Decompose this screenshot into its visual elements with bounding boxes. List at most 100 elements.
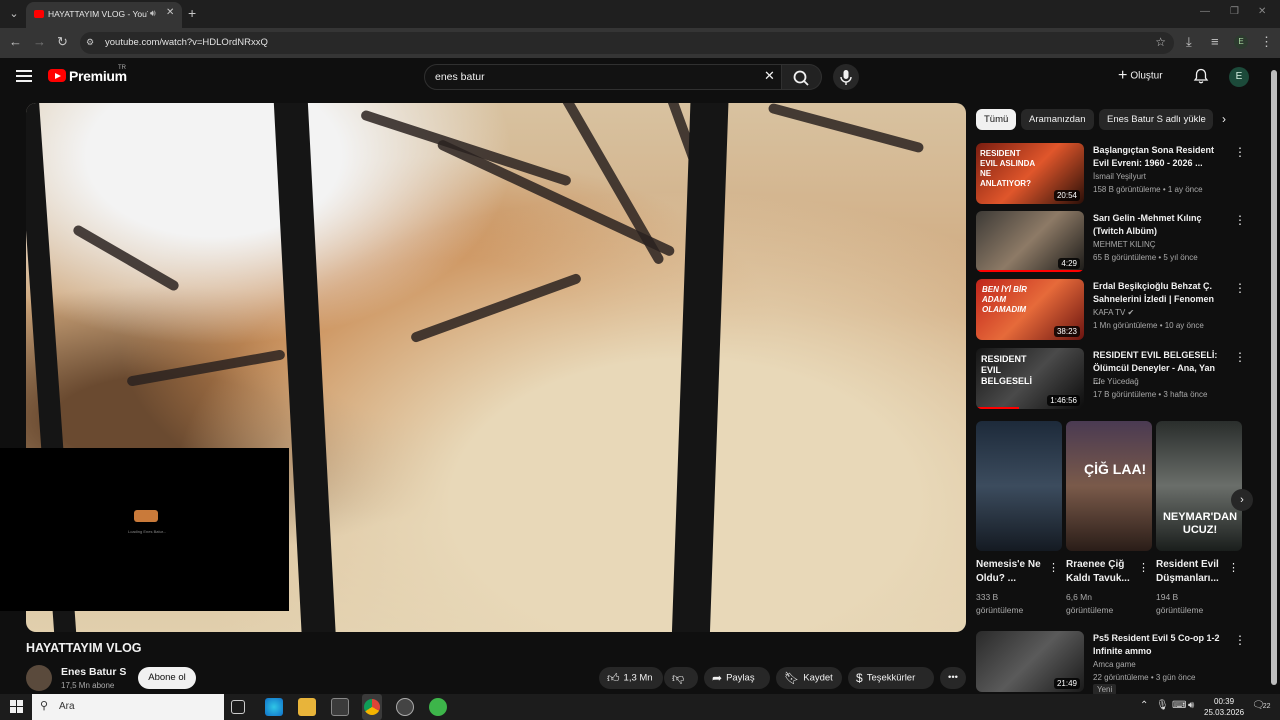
short-title[interactable]: Rraenee Çiğ Kaldı Tavuk... xyxy=(1066,558,1136,586)
short-item[interactable]: ÇİĞ LAA! Rraenee Çiğ Kaldı Tavuk... 6,6 … xyxy=(1066,421,1152,615)
recommendation-channel[interactable]: İsmail Yeşilyurt xyxy=(1093,172,1146,181)
store-icon[interactable] xyxy=(331,698,349,716)
taskbar-search-placeholder: Ara xyxy=(59,701,75,712)
address-bar[interactable]: ⚙︎ youtube.com/watch?v=HDLOrdNRxxQ ☆ xyxy=(80,32,1174,54)
reload-icon[interactable]: ↻ xyxy=(57,35,68,49)
windows-start-icon[interactable] xyxy=(10,700,24,714)
more-options-icon[interactable]: ⋮ xyxy=(1234,281,1246,295)
media-control-icon[interactable]: ≡ xyxy=(1211,35,1219,49)
short-thumbnail[interactable] xyxy=(976,421,1062,551)
subscribe-button[interactable]: Abone ol xyxy=(138,667,196,689)
recommendation-title[interactable]: Ps5 Resident Evil 5 Co-op 1-2 Infinite a… xyxy=(1093,632,1225,658)
site-info-icon[interactable]: ⚙︎ xyxy=(86,37,98,49)
short-thumbnail[interactable]: NEYMAR'DAN UCUZ! xyxy=(1156,421,1242,551)
video-thumbnail[interactable]: BEN İYİ BİR ADAM OLAMADIM 38:23 xyxy=(976,279,1084,340)
recommendation-channel[interactable]: Efe Yücedağ xyxy=(1093,377,1139,386)
forward-icon[interactable]: → xyxy=(33,35,46,49)
recommendation-title[interactable]: Başlangıçtan Sona Resident Evil Evreni: … xyxy=(1093,144,1225,170)
chip-channel-uploads[interactable]: Enes Batur S adlı yükle xyxy=(1099,109,1213,130)
browser-menu-icon[interactable]: ⋮ xyxy=(1260,35,1273,49)
region-code: TR xyxy=(118,65,126,71)
clock[interactable]: 00:39 25.03.2026 xyxy=(1204,696,1244,718)
create-button[interactable]: + Oluştur xyxy=(1118,67,1163,87)
edge-icon[interactable] xyxy=(265,698,283,716)
search-button[interactable] xyxy=(782,64,822,90)
channel-avatar[interactable] xyxy=(26,665,52,691)
video-thumbnail[interactable]: 4:29 xyxy=(976,211,1084,272)
plus-icon: + xyxy=(1118,67,1128,84)
thanks-icon: $ xyxy=(856,671,863,685)
scrollbar-thumb[interactable] xyxy=(1271,70,1277,685)
browser-profile-avatar[interactable]: E xyxy=(1234,35,1248,49)
search-input[interactable] xyxy=(435,69,735,85)
browser-tab[interactable]: HAYATTAYIM VLOG - YouTu 🔊︎ ✕ xyxy=(26,2,182,28)
menu-icon[interactable] xyxy=(16,70,32,82)
volume-icon[interactable]: 🔊︎ xyxy=(1188,700,1194,711)
download-icon[interactable]: ⤓ xyxy=(1186,35,1192,49)
dislike-button[interactable]: 👎︎ xyxy=(664,667,698,689)
chevron-right-icon[interactable]: › xyxy=(1222,112,1226,126)
short-title[interactable]: Resident Evil Düşmanları... xyxy=(1156,558,1226,586)
chip-all[interactable]: Tümü xyxy=(976,109,1017,130)
thumbnail-text: NEYMAR'DAN UCUZ! xyxy=(1162,511,1238,536)
like-button[interactable]: 👍︎ 1,3 Mn xyxy=(599,667,663,689)
recommendation-channel[interactable]: KAFA TV ✔︎ xyxy=(1093,308,1134,317)
shorts-next-button[interactable]: › xyxy=(1231,489,1253,511)
more-options-icon[interactable]: ⋮ xyxy=(1138,561,1149,574)
tab-search-icon[interactable]: ⌄ xyxy=(4,4,24,24)
more-actions-button[interactable]: ••• xyxy=(940,667,966,689)
back-icon[interactable]: ← xyxy=(9,35,22,49)
account-avatar[interactable]: E xyxy=(1229,67,1249,87)
notifications-bell-icon[interactable] xyxy=(1193,68,1209,84)
short-item[interactable]: NEYMAR'DAN UCUZ! Resident Evil Düşmanlar… xyxy=(1156,421,1242,615)
task-view-icon[interactable] xyxy=(231,700,245,714)
recommendation-title[interactable]: Erdal Beşikçioğlu Behzat Ç. Sahnelerini … xyxy=(1093,280,1225,306)
channel-name[interactable]: Enes Batur S xyxy=(61,666,126,678)
more-options-icon[interactable]: ⋮ xyxy=(1228,561,1239,574)
maximize-icon[interactable]: ❐ xyxy=(1230,6,1239,17)
recommendation-item[interactable]: 4:29 Sarı Gelin -Mehmet Kılınç (Twitch A… xyxy=(976,211,1266,277)
recommendation-channel[interactable]: MEHMET KILINÇ xyxy=(1093,240,1156,249)
more-options-icon[interactable]: ⋮ xyxy=(1234,633,1246,647)
recommendation-channel[interactable]: Amca game xyxy=(1093,660,1136,669)
speaker-icon[interactable]: 🔊︎ xyxy=(150,8,156,19)
recommendation-item[interactable]: RESIDENT EVIL BELGESELİ 1:46:56 RESIDENT… xyxy=(976,348,1266,414)
new-tab-icon[interactable]: + xyxy=(188,6,196,20)
more-options-icon[interactable]: ⋮ xyxy=(1234,350,1246,364)
short-title[interactable]: Nemesis'e Ne Oldu? ... xyxy=(976,558,1046,586)
chip-from-search[interactable]: Aramanızdan xyxy=(1021,109,1094,130)
bookmark-star-icon[interactable]: ☆ xyxy=(1155,35,1166,49)
short-item[interactable]: Nemesis'e Ne Oldu? ... 333 B görüntüleme… xyxy=(976,421,1062,615)
tray-overflow-icon[interactable]: ⌃ xyxy=(1140,700,1148,711)
voice-search-button[interactable] xyxy=(833,64,859,90)
page-scrollbar[interactable] xyxy=(1270,70,1278,690)
clear-search-icon[interactable]: ✕ xyxy=(764,68,775,84)
minimize-icon[interactable]: — xyxy=(1200,6,1210,17)
notification-center-icon[interactable]: 🗨︎22 xyxy=(1252,700,1271,711)
recommendation-item[interactable]: RESIDENT EVIL ASLINDA NE ANLATIYOR? 20:5… xyxy=(976,143,1266,209)
window-close-icon[interactable]: ✕ xyxy=(1258,6,1266,17)
save-button[interactable]: 🔖︎ Kaydet xyxy=(776,667,842,689)
recommendation-title[interactable]: Sarı Gelin -Mehmet Kılınç (Twitch Albüm) xyxy=(1093,212,1225,238)
chrome-active-tile[interactable] xyxy=(362,694,382,720)
taskbar-search[interactable]: ⚲ Ara xyxy=(32,694,224,720)
more-options-icon[interactable]: ⋮ xyxy=(1234,145,1246,159)
video-thumbnail[interactable]: RESIDENT EVIL ASLINDA NE ANLATIYOR? 20:5… xyxy=(976,143,1084,204)
file-explorer-icon[interactable] xyxy=(298,698,316,716)
network-icon[interactable]: ⌨︎ xyxy=(1172,700,1186,711)
recommendation-item[interactable]: BEN İYİ BİR ADAM OLAMADIM 38:23 Erdal Be… xyxy=(976,279,1266,345)
thanks-button[interactable]: $ Teşekkürler xyxy=(848,667,934,689)
tab-close-icon[interactable]: ✕ xyxy=(166,7,174,18)
recommendation-item[interactable]: 21:49 Ps5 Resident Evil 5 Co-op 1-2 Infi… xyxy=(976,631,1266,697)
microphone-icon[interactable]: 🎙︎ xyxy=(1156,700,1169,711)
more-options-icon[interactable]: ⋮ xyxy=(1048,561,1059,574)
obs-icon[interactable] xyxy=(396,698,414,716)
share-button[interactable]: ➦ Paylaş xyxy=(704,667,770,689)
recommendation-meta: 1 Mn görüntüleme • 10 ay önce xyxy=(1093,321,1204,330)
app-icon[interactable] xyxy=(429,698,447,716)
youtube-logo-icon[interactable] xyxy=(48,69,66,82)
video-thumbnail[interactable]: 21:49 xyxy=(976,631,1084,692)
video-thumbnail[interactable]: RESIDENT EVIL BELGESELİ 1:46:56 xyxy=(976,348,1084,409)
short-thumbnail[interactable]: ÇİĞ LAA! xyxy=(1066,421,1152,551)
more-options-icon[interactable]: ⋮ xyxy=(1234,213,1246,227)
